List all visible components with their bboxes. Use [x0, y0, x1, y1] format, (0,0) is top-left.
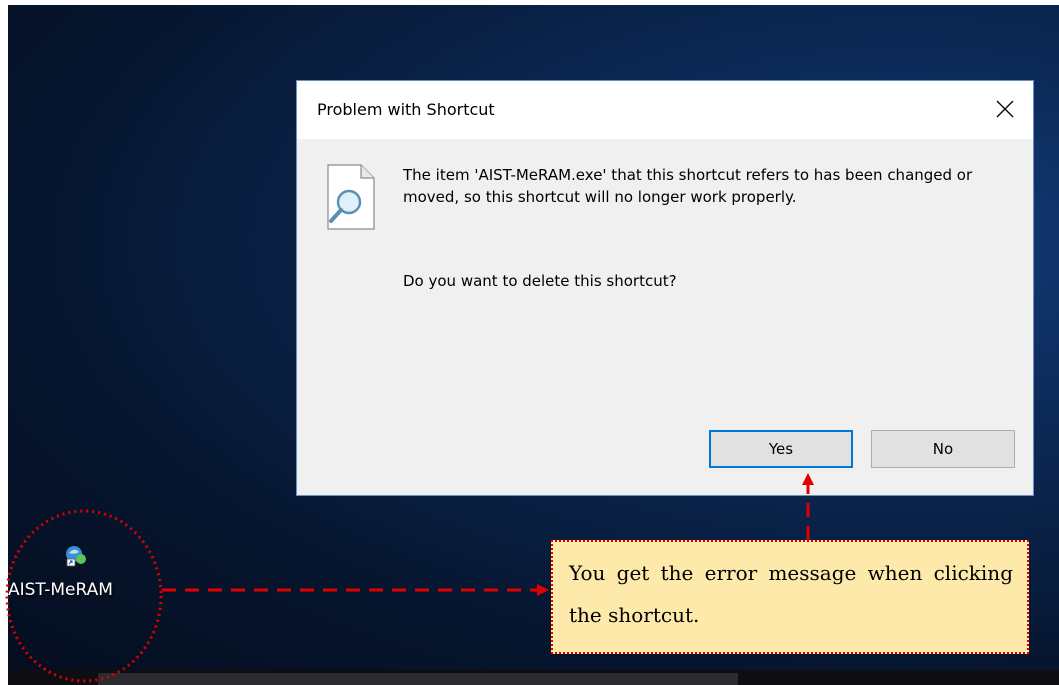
- close-icon: [996, 100, 1014, 118]
- yes-button[interactable]: Yes: [709, 430, 853, 468]
- app-shortcut-icon: [66, 546, 86, 567]
- taskbar-strip: [98, 673, 738, 685]
- file-search-icon: [327, 164, 375, 230]
- error-dialog: Problem with Shortcut The item 'AIST-MeR…: [296, 80, 1034, 496]
- annotation-callout: You get the error message when clicking …: [551, 540, 1029, 654]
- dialog-title: Problem with Shortcut: [317, 100, 495, 119]
- desktop-shortcut-label: AIST-MeRAM: [8, 580, 113, 600]
- no-button[interactable]: No: [871, 430, 1015, 468]
- desktop-shortcut[interactable]: AIST-MeRAM: [8, 545, 156, 605]
- dialog-question: Do you want to delete this shortcut?: [403, 272, 677, 290]
- dialog-message: The item 'AIST-MeRAM.exe' that this shor…: [403, 166, 973, 206]
- close-button[interactable]: [987, 93, 1023, 125]
- dialog-titlebar: Problem with Shortcut: [297, 81, 1033, 139]
